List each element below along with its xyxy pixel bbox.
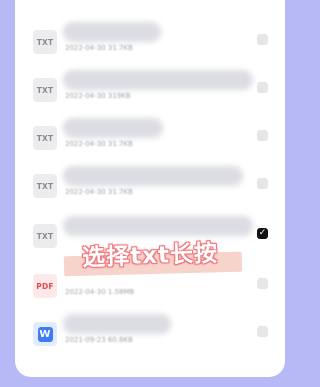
select-checkbox[interactable] [257,278,268,289]
select-checkbox-checked[interactable]: ✓ [257,228,268,239]
txt-file-icon: TXT [33,30,57,54]
txt-file-icon: TXT [33,78,57,102]
blurred-file-name [63,166,243,186]
file-meta: 2022-04-30 319KB [65,92,131,100]
file-meta: 2022-04-30 31.7KB [65,188,133,196]
blurred-file-name [63,22,161,42]
txt-file-icon: TXT [33,126,57,150]
file-row[interactable]: TXT 2022-04-30 31.7KB [15,162,285,210]
blurred-file-name [63,314,171,334]
select-checkbox[interactable] [257,34,268,45]
select-checkbox[interactable] [257,178,268,189]
file-row[interactable]: TXT 2022-04-30 31.7KB [15,114,285,162]
file-meta: 2022-04-30 31.7KB [65,140,133,148]
word-file-icon: W [33,322,57,346]
file-row[interactable]: TXT 2022-04-30 31.7KB [15,18,285,66]
select-checkbox[interactable] [257,82,268,93]
file-meta: 2021-09-23 60.8KB [65,336,133,344]
instruction-caption: 选择txt长按 [81,240,219,272]
word-icon: W [37,326,53,342]
file-meta: 2022-04-30 31.7KB [65,44,133,52]
check-icon: ✓ [258,228,267,238]
blurred-file-name [63,118,163,138]
file-row[interactable]: TXT 2022-04-30 319KB [15,66,285,114]
txt-file-icon: TXT [33,174,57,198]
file-list-panel: TXT 2022-04-30 31.7KB TXT 2022-04-30 319… [15,0,285,377]
instruction-overlay: 选择txt长按 [52,236,248,277]
select-checkbox[interactable] [257,326,268,337]
blurred-file-name [63,70,253,90]
select-checkbox[interactable] [257,130,268,141]
pdf-file-icon: PDF [33,274,57,298]
file-meta: 2022-04-30 1.58MB [65,288,135,296]
file-row[interactable]: W 2021-09-23 60.8KB [15,310,285,358]
